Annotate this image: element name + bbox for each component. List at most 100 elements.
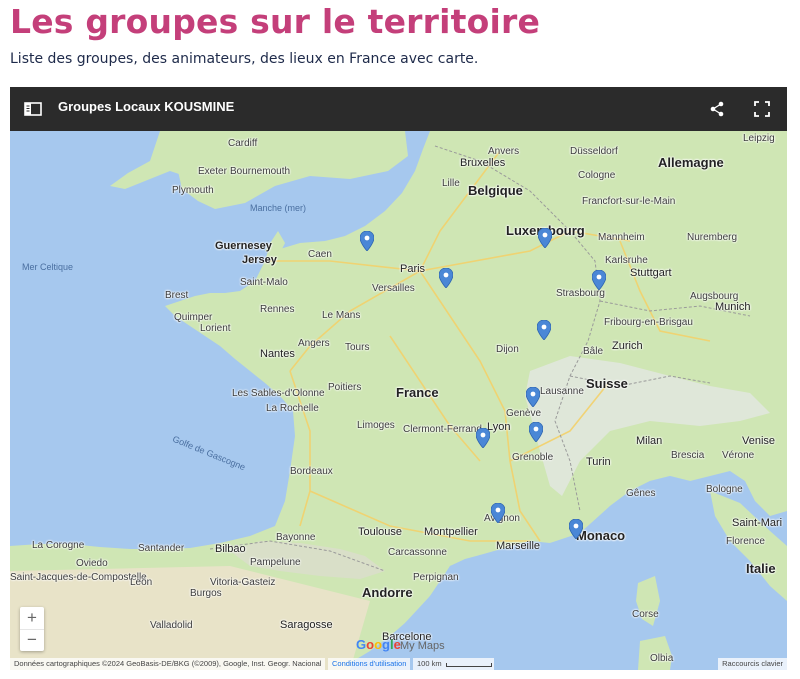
- place-label: Limoges: [357, 420, 395, 431]
- place-label: Bournemouth: [230, 166, 291, 177]
- place-label: Florence: [726, 536, 765, 547]
- place-label: Milan: [636, 435, 663, 447]
- place-label: Saragosse: [280, 619, 333, 631]
- zoom-in-button[interactable]: +: [20, 607, 44, 630]
- map-pin-icon[interactable]: [359, 230, 375, 252]
- place-label: Brescia: [671, 450, 705, 461]
- place-label: Tours: [345, 342, 370, 353]
- place-label: Versailles: [372, 283, 415, 294]
- share-icon[interactable]: [707, 99, 727, 119]
- place-label: Cologne: [578, 170, 616, 181]
- place-label: Le Mans: [322, 310, 361, 321]
- map-pin-icon[interactable]: [475, 427, 491, 449]
- map-pin-icon[interactable]: [536, 319, 552, 341]
- place-label: Guernesey: [215, 240, 272, 252]
- place-label: Venise: [742, 435, 776, 447]
- place-label: Brest: [165, 290, 189, 301]
- place-label: Strasbourg: [556, 288, 605, 299]
- place-label: Anvers: [488, 146, 520, 157]
- map-title: Groupes Locaux KOUSMINE: [58, 99, 235, 114]
- my-maps-label: My Maps: [400, 640, 445, 652]
- sea-label: Mer Celtique: [22, 262, 74, 272]
- map-embed[interactable]: Groupes Locaux KOUSMINE Leipzig Anvers D…: [10, 87, 787, 670]
- place-label: Vérone: [722, 450, 755, 461]
- country-label: Belgique: [468, 183, 523, 198]
- place-label: Bruxelles: [460, 157, 506, 169]
- place-label: Mannheim: [598, 232, 645, 243]
- country-label: Andorre: [362, 585, 413, 600]
- map-pin-icon[interactable]: [537, 227, 553, 249]
- place-label: León: [130, 577, 153, 588]
- place-label: Düsseldorf: [570, 146, 618, 157]
- place-label: Plymouth: [172, 185, 214, 196]
- place-label: Caen: [308, 249, 332, 260]
- place-label: Jersey: [242, 254, 277, 266]
- place-label: Burgos: [190, 588, 222, 599]
- country-label: France: [396, 385, 439, 400]
- place-label: Vitoria-Gasteiz: [210, 577, 276, 588]
- legend-toggle-icon[interactable]: [23, 99, 43, 119]
- fullscreen-icon[interactable]: [752, 99, 772, 119]
- place-label: Francfort-sur-le-Main: [582, 196, 676, 207]
- place-label: Saint-Jacques-de-Compostelle: [10, 572, 147, 583]
- place-label: Genève: [506, 408, 542, 419]
- place-label: Angers: [298, 338, 330, 349]
- terms-link[interactable]: Conditions d'utilisation: [328, 658, 411, 670]
- place-label: Lorient: [200, 323, 231, 334]
- place-label: Lyon: [487, 421, 511, 433]
- place-label: Oviedo: [76, 558, 108, 569]
- place-label: Carcassonne: [388, 547, 447, 558]
- map-canvas[interactable]: Leipzig Anvers Düsseldorf Cardiff Bruxel…: [10, 131, 787, 670]
- map-header: Groupes Locaux KOUSMINE: [10, 87, 787, 131]
- place-label: Pampelune: [250, 557, 301, 568]
- place-label: Lille: [442, 178, 460, 189]
- place-label: Nantes: [260, 348, 295, 360]
- place-label: Bologne: [706, 484, 743, 495]
- place-label: Saint-Malo: [240, 277, 288, 288]
- place-label: Olbia: [650, 653, 674, 664]
- place-label: Toulouse: [358, 526, 403, 538]
- scale-line: [446, 663, 492, 667]
- place-label: Nuremberg: [687, 232, 738, 243]
- place-label: Bayonne: [276, 532, 316, 543]
- place-label: Exeter: [198, 166, 227, 177]
- place-label: Montpellier: [424, 526, 478, 538]
- map-pin-icon[interactable]: [568, 518, 584, 540]
- zoom-out-button[interactable]: −: [20, 629, 44, 651]
- country-label: Italie: [746, 561, 776, 576]
- place-label: Dijon: [496, 344, 519, 355]
- keyboard-shortcuts-link[interactable]: Raccourcis clavier: [718, 658, 787, 670]
- place-label: Fribourg-en-Brisgau: [604, 317, 693, 328]
- map-pin-icon[interactable]: [528, 421, 544, 443]
- place-label: Munich: [715, 301, 751, 313]
- place-label: Clermont-Ferrand: [403, 424, 482, 435]
- place-label: Bordeaux: [290, 466, 333, 477]
- place-label: Saint-Mari: [732, 517, 783, 529]
- place-label: Rennes: [260, 304, 295, 315]
- place-label: Bilbao: [215, 543, 246, 555]
- map-pin-icon[interactable]: [490, 502, 506, 524]
- zoom-controls: + −: [20, 607, 44, 651]
- page-title: Les groupes sur le territoire: [10, 2, 541, 41]
- place-label: Zurich: [612, 340, 643, 352]
- place-label: Bâle: [583, 346, 604, 357]
- place-label: Lausanne: [540, 386, 584, 397]
- map-pin-icon[interactable]: [438, 267, 454, 289]
- map-pin-icon[interactable]: [525, 386, 541, 408]
- place-label: Paris: [400, 263, 426, 275]
- google-logo: Google: [356, 637, 401, 652]
- place-label: Valladolid: [150, 620, 193, 631]
- scale-label: 100 km: [417, 659, 442, 668]
- place-label: Leipzig: [743, 133, 775, 144]
- country-label: Allemagne: [658, 155, 724, 170]
- place-label: Grenoble: [512, 452, 554, 463]
- place-label: Perpignan: [413, 572, 459, 583]
- place-label: Santander: [138, 543, 185, 554]
- place-label: Corse: [632, 609, 659, 620]
- map-pin-icon[interactable]: [591, 269, 607, 291]
- place-label: Gênes: [626, 488, 656, 499]
- page-subtitle: Liste des groupes, des animateurs, des l…: [10, 51, 479, 67]
- place-label: Stuttgart: [630, 267, 672, 279]
- place-label: Karlsruhe: [605, 255, 648, 266]
- place-label: Quimper: [174, 312, 213, 323]
